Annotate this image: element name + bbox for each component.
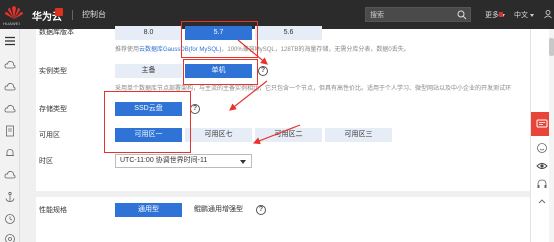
annotation-arrow-2 [229,80,268,111]
message-icon [536,119,548,128]
annotation-arrows [229,39,301,145]
annotation-arrow-3 [252,124,301,145]
top-arrow-icon[interactable] [536,196,548,208]
smile-icon[interactable] [536,142,548,154]
eye-icon[interactable] [536,160,548,172]
headset-icon[interactable] [536,178,548,190]
scrollbar-track[interactable] [549,29,554,242]
annotation-arrow-1 [237,39,268,65]
scrollbar-thumb[interactable] [549,38,554,56]
